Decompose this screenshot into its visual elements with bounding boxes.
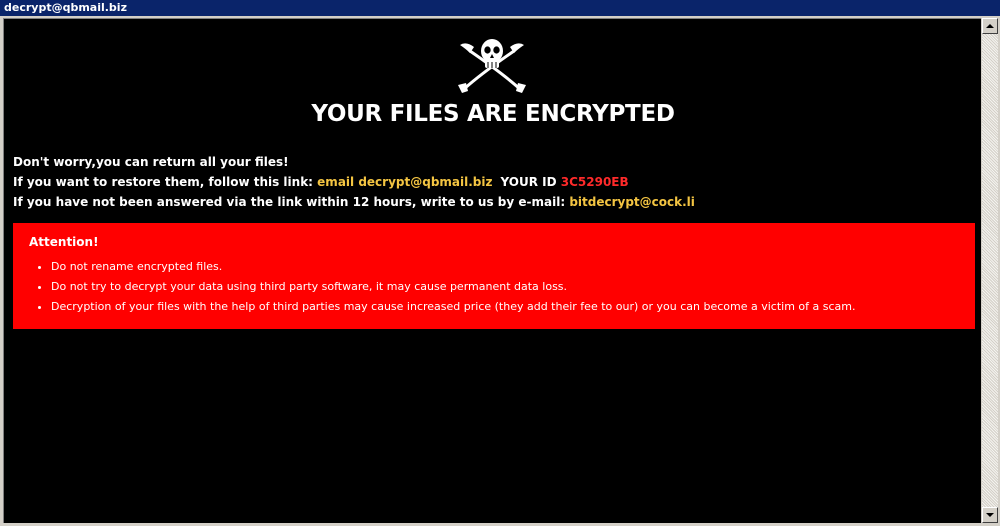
fallback-instructions: If you have not been answered via the li…: [13, 195, 695, 209]
scroll-up-button[interactable]: [982, 18, 998, 34]
vertical-scrollbar[interactable]: [982, 18, 998, 523]
restore-instructions-text: If you want to restore them, follow this…: [13, 175, 318, 189]
restore-instructions: If you want to restore them, follow this…: [13, 175, 629, 189]
fallback-email[interactable]: bitdecrypt@cock.li: [569, 195, 695, 209]
ransom-window: decrypt@qbmail.biz YOUR FILES ARE ENCRYP…: [0, 0, 1000, 526]
scroll-down-button[interactable]: [982, 507, 998, 523]
page-title: YOUR FILES ARE ENCRYPTED: [311, 101, 675, 127]
list-item: Do not rename encrypted files.: [51, 257, 961, 277]
list-item: Do not try to decrypt your data using th…: [51, 277, 961, 297]
contact-email-link[interactable]: email decrypt@qbmail.biz: [317, 175, 492, 189]
attention-title: Attention!: [29, 235, 99, 249]
scrollbar-track[interactable]: [982, 34, 998, 507]
fallback-instructions-text: If you have not been answered via the li…: [13, 195, 570, 209]
list-item: Decryption of your files with the help o…: [51, 297, 961, 317]
id-label: YOUR ID: [500, 175, 557, 189]
victim-id: 3C5290EB: [560, 175, 629, 189]
window-title: decrypt@qbmail.biz: [0, 0, 1000, 16]
attention-box: Attention! Do not rename encrypted files…: [13, 223, 975, 329]
attention-list: Do not rename encrypted files. Do not tr…: [27, 257, 961, 317]
ransom-note-content: YOUR FILES ARE ENCRYPTED Don't worry,you…: [3, 18, 981, 523]
arrow-up-icon: [986, 24, 994, 28]
arrow-down-icon: [986, 513, 994, 517]
reassurance-text: Don't worry,you can return all your file…: [13, 155, 289, 169]
skull-crossed-swords-icon: [458, 39, 526, 93]
